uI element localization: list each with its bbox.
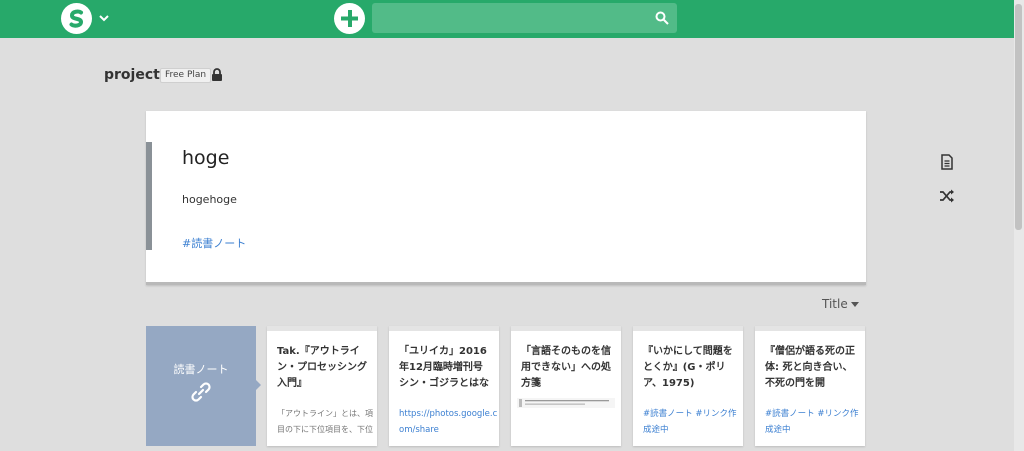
page-accent-bar <box>146 142 152 250</box>
chevron-down-icon[interactable] <box>98 12 110 24</box>
page-body-line[interactable]: hogehoge <box>182 193 237 206</box>
plus-icon <box>341 10 358 27</box>
card-title: 『いかにして問題をとくか』(G・ポリア、1975) <box>643 346 733 389</box>
lock-icon <box>212 68 222 81</box>
page-card: hoge hogehoge #読書ノート <box>146 111 866 285</box>
page-card-item[interactable]: 「ユリイカ」2016年12月臨時増刊号 シン・ゴジラとはな https://ph… <box>389 326 499 446</box>
project-name[interactable]: project <box>104 67 160 83</box>
sort-selector[interactable]: Title <box>822 297 848 311</box>
app-logo-icon[interactable] <box>61 3 92 34</box>
tag-link-card-label: 読書ノート <box>173 363 229 376</box>
card-description: 「アウトライン」とは、項目の下に下位項目を、下位 <box>277 409 373 434</box>
card-title: 「ユリイカ」2016年12月臨時増刊号 シン・ゴジラとはな <box>399 346 489 389</box>
search-input[interactable] <box>372 3 677 33</box>
link-icon <box>191 382 211 402</box>
card-tags[interactable]: #読書ノート #リンク作成途中 <box>765 406 865 438</box>
page-card-item[interactable]: 『僧侶が語る死の正体: 死と向き合い、不死の門を開 #読書ノート #リンク作成途… <box>755 326 865 446</box>
card-link[interactable]: https://photos.google.com/share <box>399 406 499 438</box>
page-tag-link[interactable]: #読書ノート <box>182 235 246 251</box>
card-tags[interactable]: #読書ノート #リンク作成途中 <box>643 406 743 438</box>
page-title[interactable]: hoge <box>182 147 229 169</box>
page-card-item[interactable]: 『いかにして問題をとくか』(G・ポリア、1975) #読書ノート #リンク作成途… <box>633 326 743 446</box>
card-thumbnail <box>517 398 615 408</box>
search-icon[interactable] <box>655 11 669 25</box>
shuffle-icon[interactable] <box>939 188 955 204</box>
page-card-item[interactable]: 「言語そのものを信用できない」への処方箋 <box>511 326 621 446</box>
page-card-item[interactable]: Tak.『アウトライン・プロセッシング入門』 「アウトライン」とは、項目の下に下… <box>267 326 377 446</box>
document-icon[interactable] <box>939 154 955 170</box>
tag-link-card-pointer <box>256 380 261 390</box>
scrollbar-thumb[interactable] <box>1015 4 1022 230</box>
plan-badge: Free Plan <box>160 68 212 83</box>
add-page-button[interactable] <box>334 3 365 34</box>
tag-link-card[interactable]: 読書ノート <box>146 326 256 446</box>
card-title: 『僧侶が語る死の正体: 死と向き合い、不死の門を開 <box>765 346 855 389</box>
card-title: 「言語そのものを信用できない」への処方箋 <box>521 346 611 389</box>
card-title: Tak.『アウトライン・プロセッシング入門』 <box>277 346 367 389</box>
caret-down-icon[interactable] <box>851 302 859 308</box>
